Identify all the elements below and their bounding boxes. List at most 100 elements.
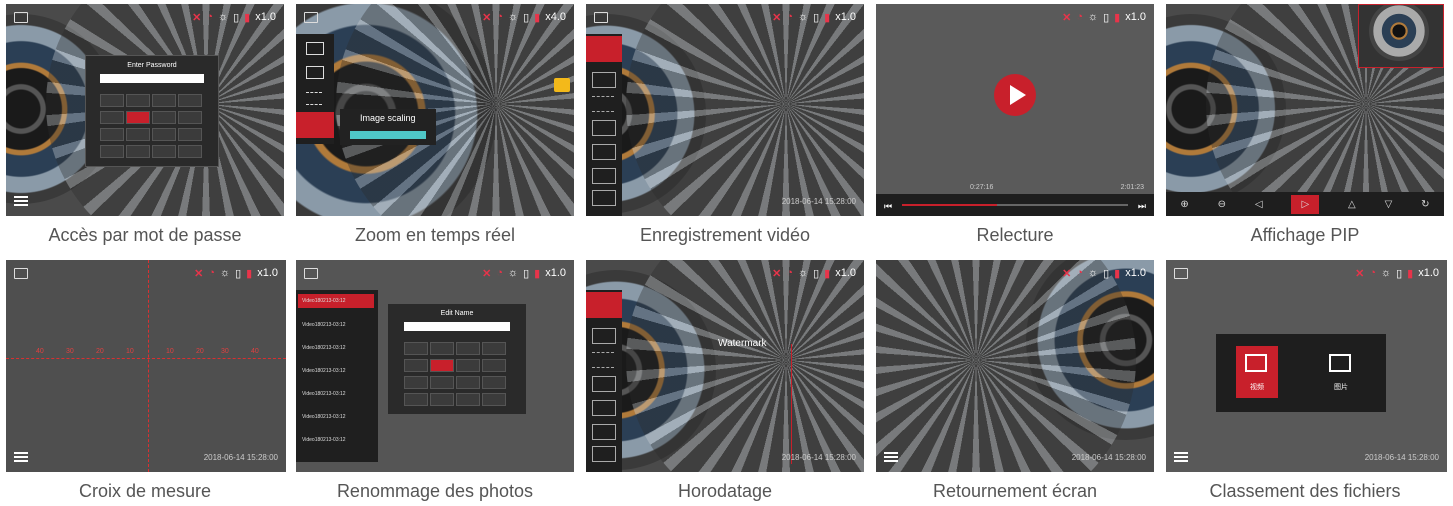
- key[interactable]: [152, 128, 176, 141]
- panel-pip: ⊕ ⊖ ◁ ▷ △ ▽ ↻: [1166, 4, 1444, 216]
- file-item[interactable]: Video180213-03:12: [298, 410, 346, 424]
- zoom-out-icon[interactable]: ⊖: [1218, 199, 1226, 210]
- camera-icon: [304, 267, 318, 279]
- key[interactable]: [430, 342, 454, 355]
- image-icon[interactable]: [306, 42, 324, 55]
- tick-label: 40: [36, 348, 44, 355]
- key[interactable]: [126, 145, 150, 158]
- delete-icon[interactable]: [592, 446, 616, 462]
- zoom-slider[interactable]: [350, 131, 426, 139]
- caption: Renommage des photos: [336, 481, 534, 501]
- key[interactable]: [152, 145, 176, 158]
- watermark-label: Watermark: [718, 338, 767, 349]
- ocr-icon[interactable]: [592, 376, 616, 392]
- file-item[interactable]: Video180213-03:12: [298, 364, 346, 378]
- key[interactable]: [100, 145, 124, 158]
- file-item[interactable]: Video180213-03:12: [298, 294, 374, 308]
- previous-icon[interactable]: ⏮: [884, 201, 892, 212]
- edit-icon[interactable]: [592, 168, 616, 184]
- backspace-key[interactable]: [178, 94, 202, 107]
- play-button[interactable]: [994, 74, 1036, 116]
- key[interactable]: [100, 94, 124, 107]
- refresh-icon[interactable]: ↻: [1421, 199, 1429, 210]
- key[interactable]: [404, 393, 428, 406]
- tick-label: 20: [196, 348, 204, 355]
- photo-folder-button[interactable]: 图片: [1320, 346, 1362, 398]
- key[interactable]: [100, 128, 124, 141]
- confirm-key[interactable]: [178, 145, 202, 158]
- image-tool-selected[interactable]: [586, 36, 622, 62]
- key[interactable]: [456, 393, 480, 406]
- zoom-tool-selected[interactable]: [296, 112, 334, 138]
- dialog-title: Edit Name: [440, 310, 474, 317]
- delete-icon[interactable]: [592, 190, 616, 206]
- zoom-in-icon[interactable]: ⊕: [1180, 199, 1188, 210]
- next-icon[interactable]: ⏭: [1138, 201, 1146, 212]
- sd-card-icon: ▯: [233, 11, 240, 24]
- left-arrow-icon[interactable]: ◁: [1255, 199, 1263, 210]
- menu-icon[interactable]: [884, 452, 898, 462]
- print-icon[interactable]: [306, 66, 324, 79]
- grid-icon[interactable]: [592, 96, 614, 112]
- caption: Horodatage: [677, 481, 773, 501]
- key-selected[interactable]: [430, 359, 454, 372]
- enter-key[interactable]: [482, 376, 506, 389]
- key[interactable]: [404, 342, 428, 355]
- video-folder-button[interactable]: 视频: [1236, 346, 1278, 398]
- tick-label: 20: [96, 348, 104, 355]
- pip-window[interactable]: [1358, 4, 1444, 68]
- key[interactable]: [178, 111, 202, 124]
- key[interactable]: [404, 359, 428, 372]
- key[interactable]: [456, 359, 480, 372]
- down-arrow-icon[interactable]: ▽: [1385, 199, 1393, 210]
- password-dialog: Enter Password: [86, 56, 218, 166]
- print-icon[interactable]: [592, 72, 616, 88]
- grid-icon[interactable]: [592, 352, 614, 368]
- name-input[interactable]: [404, 322, 510, 331]
- edit-icon[interactable]: [592, 424, 616, 440]
- key[interactable]: [152, 111, 176, 124]
- key[interactable]: [152, 94, 176, 107]
- confirm-key[interactable]: [482, 393, 506, 406]
- key[interactable]: [430, 393, 454, 406]
- key[interactable]: [456, 342, 480, 355]
- caption: Retournement écran: [932, 481, 1098, 501]
- key[interactable]: [126, 128, 150, 141]
- calendar-icon[interactable]: [592, 400, 616, 416]
- key[interactable]: [430, 376, 454, 389]
- key-selected[interactable]: [126, 111, 150, 124]
- key[interactable]: [482, 359, 506, 372]
- up-arrow-icon[interactable]: △: [1348, 199, 1356, 210]
- key[interactable]: [456, 376, 480, 389]
- file-item[interactable]: Video180213-03:12: [298, 387, 346, 401]
- key[interactable]: [126, 94, 150, 107]
- print-icon[interactable]: [592, 328, 616, 344]
- chat-icon[interactable]: [554, 78, 570, 92]
- file-item[interactable]: Video180213-03:12: [298, 341, 346, 355]
- menu-icon[interactable]: [1174, 452, 1188, 462]
- ocr-icon[interactable]: [592, 120, 616, 136]
- right-arrow-icon[interactable]: ▷: [1291, 194, 1320, 214]
- menu-icon[interactable]: [14, 196, 28, 206]
- time-elapsed: 0:27:16: [970, 184, 994, 191]
- menu-icon[interactable]: [14, 452, 28, 462]
- key[interactable]: [100, 111, 124, 124]
- video-label: 视频: [1250, 384, 1264, 391]
- calendar-icon[interactable]: [592, 144, 616, 160]
- timestamp: 2018-06-14 15:28:00: [781, 197, 856, 206]
- tick-label: 30: [221, 348, 229, 355]
- file-item[interactable]: Video180213-03:12: [298, 433, 346, 447]
- image-tool-selected[interactable]: [586, 292, 622, 318]
- key[interactable]: [404, 376, 428, 389]
- file-list: Video180213-03:12 Video180213-03:12 Vide…: [296, 290, 378, 462]
- backspace-key[interactable]: [482, 342, 506, 355]
- panel-crosshair: ✕ ◔ ☼ ▯ ▮ x1.0 10 20 30 40 10 20 30 40 2018-0…: [6, 260, 286, 472]
- password-input[interactable]: [100, 74, 204, 83]
- progress-track[interactable]: [902, 204, 1128, 206]
- file-item[interactable]: Video180213-03:12: [298, 318, 346, 332]
- camera-icon: [304, 11, 318, 23]
- tick-label: 10: [126, 348, 134, 355]
- grid-icon[interactable]: [306, 92, 322, 105]
- enter-key[interactable]: [178, 128, 202, 141]
- camera-icon: [14, 11, 28, 23]
